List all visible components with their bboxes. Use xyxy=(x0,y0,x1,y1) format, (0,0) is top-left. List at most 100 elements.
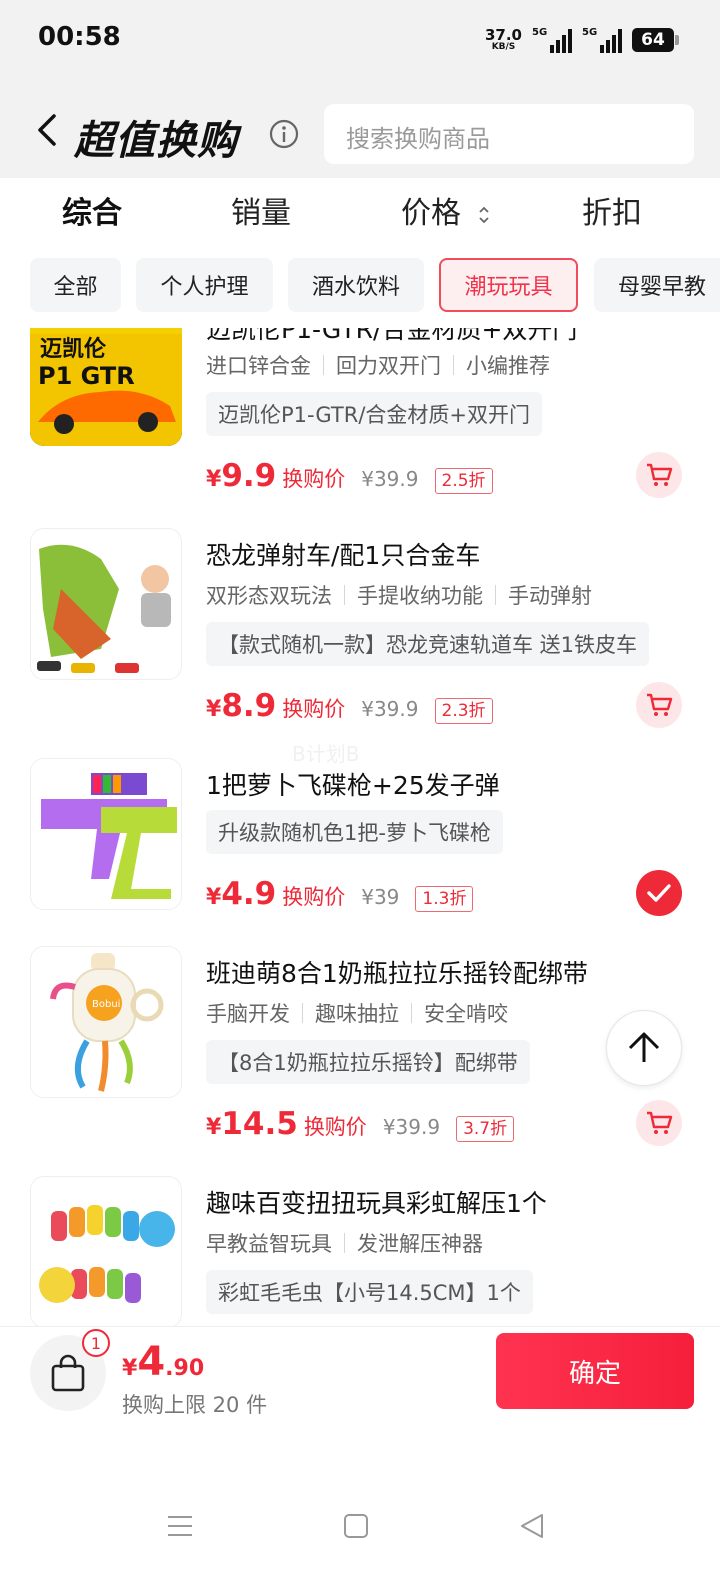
product-tag: 小编推荐 xyxy=(466,354,550,378)
dinosaur-toy-image xyxy=(31,529,181,679)
product-tags: 手脑开发 趣味抽拉 安全啃咬 xyxy=(206,998,508,1028)
status-time: 00:58 xyxy=(38,22,121,52)
baby-rattle-image: Bobui xyxy=(31,947,181,1097)
product-price-row: ¥ 14.5 换购价 ¥39.9 3.7折 xyxy=(206,1106,515,1142)
product-tags: 进口锌合金 回力双开门 小编推荐 xyxy=(206,350,550,380)
thumb-brand-text: 迈凯伦 xyxy=(40,336,107,362)
price-label: 换购价 xyxy=(303,1115,367,1139)
network-speed-value: 37.0 xyxy=(484,26,522,44)
purchase-limit-text: 换购上限 20 件 xyxy=(122,1393,268,1417)
product-image: Bobui xyxy=(30,946,182,1098)
product-spec[interactable]: 彩虹毛毛虫【小号14.5CM】1个 xyxy=(206,1270,533,1314)
sort-discount[interactable]: 折扣 xyxy=(582,188,642,232)
add-to-cart-button[interactable] xyxy=(636,682,682,728)
network-speed-unit: KB/S xyxy=(491,42,516,52)
shopping-bag-icon xyxy=(51,1354,85,1392)
product-price-row: ¥ 8.9 换购价 ¥39.9 2.3折 xyxy=(206,688,493,724)
battery-icon: 64 xyxy=(632,28,679,52)
home-nav-button[interactable] xyxy=(336,1506,376,1546)
original-price: ¥39.9 xyxy=(361,467,419,491)
product-price-row: ¥ 4.9 换购价 ¥39 1.3折 xyxy=(206,876,474,912)
price-symbol: ¥ xyxy=(206,1115,222,1140)
product-tag: 安全啃咬 xyxy=(424,1002,508,1026)
category-personal-care[interactable]: 个人护理 xyxy=(136,258,273,312)
product-price-row: ¥ 9.9 换购价 ¥39.9 2.5折 xyxy=(206,458,493,494)
selected-check-button[interactable] xyxy=(636,870,682,916)
product-price: 4.9 xyxy=(221,876,277,912)
product-spec[interactable]: 【款式随机一款】恐龙竞速轨道车 送1铁皮车 xyxy=(206,622,650,666)
product-tag: 趣味抽拉 xyxy=(315,1002,399,1026)
sort-comprehensive[interactable]: 综合 xyxy=(62,188,122,232)
checkout-bar: 1 ¥ 4 .90 换购上限 20 件 确定 xyxy=(0,1326,720,1466)
price-label: 换购价 xyxy=(282,697,346,721)
status-icons: 37.0 KB/S 5G 5G 64 xyxy=(485,24,679,56)
scroll-to-top-button[interactable] xyxy=(606,1010,682,1086)
sort-sales[interactable]: 销量 xyxy=(231,188,291,232)
sort-arrows-icon xyxy=(478,206,489,223)
sort-price[interactable]: 价格 xyxy=(401,188,491,232)
product-tag: 手脑开发 xyxy=(206,1002,290,1026)
total-decimal: .90 xyxy=(165,1356,205,1381)
add-to-cart-button[interactable] xyxy=(636,1100,682,1146)
product-title: 1把萝卜飞碟枪+25发子弹 xyxy=(206,771,500,800)
status-bar: 00:58 37.0 KB/S 5G 5G 64 xyxy=(0,0,720,80)
thumb-model-text: P1 GTR xyxy=(38,362,135,390)
confirm-button[interactable]: 确定 xyxy=(496,1333,694,1409)
price-symbol: ¥ xyxy=(206,697,222,722)
product-tag: 发泄解压神器 xyxy=(357,1232,483,1256)
product-price: 8.9 xyxy=(221,688,277,724)
original-price: ¥39.9 xyxy=(361,697,419,721)
product-tag: 手动弹射 xyxy=(508,584,592,608)
add-to-cart-button[interactable] xyxy=(636,452,682,498)
discount-badge: 1.3折 xyxy=(415,886,474,912)
network-speed: 37.0 KB/S xyxy=(485,28,522,52)
system-nav-bar xyxy=(0,1466,720,1584)
product-image xyxy=(30,528,182,680)
total-symbol: ¥ xyxy=(122,1356,138,1381)
category-drinks[interactable]: 酒水饮料 xyxy=(288,258,424,312)
info-icon[interactable] xyxy=(268,118,300,150)
back-arrow-icon[interactable] xyxy=(30,110,66,150)
search-input[interactable]: 搜索换购商品 xyxy=(324,104,694,164)
product-price: 14.5 xyxy=(221,1106,298,1142)
price-symbol: ¥ xyxy=(206,885,222,910)
original-price: ¥39 xyxy=(361,885,400,909)
category-bar: 全部 个人护理 酒水饮料 潮玩玩具 母婴早教 xyxy=(0,244,720,328)
cart-icon xyxy=(647,463,673,486)
product-spec[interactable]: 迈凯伦P1-GTR/合金材质+双开门 xyxy=(206,392,542,436)
discount-badge: 2.3折 xyxy=(434,698,493,724)
cart-count-badge: 1 xyxy=(82,1329,110,1357)
category-baby[interactable]: 母婴早教 xyxy=(594,258,720,312)
product-tag: 回力双开门 xyxy=(336,354,441,378)
signal-1-label: 5G xyxy=(532,27,548,38)
original-price: ¥39.9 xyxy=(382,1115,441,1139)
arrow-up-icon xyxy=(628,1032,660,1062)
thumb-brand-text: Bobui xyxy=(92,999,120,1010)
category-all[interactable]: 全部 xyxy=(30,258,121,312)
product-image xyxy=(30,1176,182,1326)
back-triangle-icon xyxy=(521,1514,543,1538)
category-toys[interactable]: 潮玩玩具 xyxy=(439,258,578,312)
sort-price-label: 价格 xyxy=(401,196,461,231)
search-placeholder: 搜索换购商品 xyxy=(346,125,490,153)
product-image: 迈凯伦 P1 GTR xyxy=(30,328,182,446)
product-title: 恐龙弹射车/配1只合金车 xyxy=(206,541,481,570)
total-price: ¥ 4 .90 xyxy=(122,1339,204,1385)
battery-level: 64 xyxy=(641,30,665,50)
product-spec[interactable]: 【8合1奶瓶拉拉乐摇铃】配绑带 xyxy=(206,1040,530,1084)
product-image xyxy=(30,758,182,910)
product-spec[interactable]: 升级款随机色1把-萝卜飞碟枪 xyxy=(206,810,503,854)
signal-2-icon: 5G xyxy=(582,27,622,53)
discount-badge: 3.7折 xyxy=(456,1116,515,1142)
back-nav-button[interactable] xyxy=(512,1506,552,1546)
menu-nav-button[interactable] xyxy=(160,1506,200,1546)
product-title: 迈凯伦P1-GTR/合金材质+双开门 xyxy=(206,328,578,344)
product-list[interactable]: 迈凯伦 P1 GTR 迈凯伦P1-GTR/合金材质+双开门 进口锌合金 回力双开… xyxy=(0,328,720,1326)
product-tags: 早教益智玩具 发泄解压神器 xyxy=(206,1228,483,1258)
menu-icon xyxy=(168,1516,192,1536)
product-tag: 手提收纳功能 xyxy=(357,584,483,608)
cart-icon xyxy=(647,1111,673,1134)
watermark: B计划B xyxy=(292,742,360,766)
product-title: 班迪萌8合1奶瓶拉拉乐摇铃配绑带 xyxy=(206,959,588,988)
rainbow-slug-image xyxy=(31,1177,181,1326)
